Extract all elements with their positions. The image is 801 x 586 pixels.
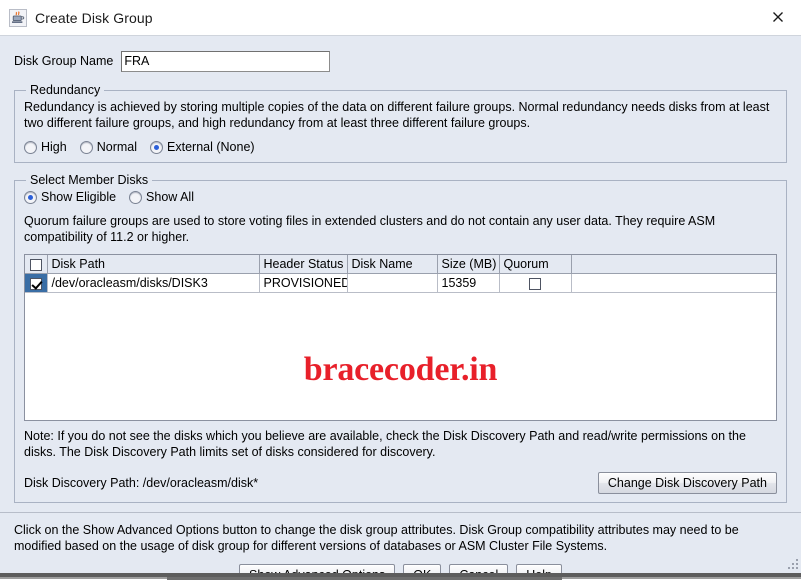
column-header-filler — [571, 255, 776, 274]
cell-quorum[interactable] — [499, 273, 572, 293]
taskbar-segment — [167, 577, 562, 580]
java-coffee-cup-icon — [9, 8, 27, 27]
radio-show-eligible-label: Show Eligible — [41, 190, 117, 204]
redundancy-legend: Redundancy — [30, 83, 101, 97]
dialog-content: Disk Group Name Redundancy Redundancy is… — [0, 36, 801, 512]
disk-discovery-note: Note: If you do not see the disks which … — [24, 429, 746, 459]
member-disks-table: Disk Path Header Status Disk Name Size (… — [25, 255, 776, 293]
radio-show-eligible-indicator — [24, 190, 37, 204]
radio-external-none-indicator — [150, 140, 164, 154]
select-all-checkbox[interactable] — [29, 258, 42, 271]
row-select-cell[interactable] — [25, 273, 48, 293]
radio-high-label: High — [41, 140, 67, 154]
footer-hint: Click on the Show Advanced Options butto… — [14, 523, 739, 553]
cell-header-status: PROVISIONED — [259, 273, 348, 293]
disk-discovery-path-label: Disk Discovery Path: /dev/oracleasm/disk… — [24, 476, 259, 490]
title-bar: Create Disk Group — [0, 0, 801, 36]
window-title: Create Disk Group — [35, 9, 153, 26]
radio-show-all-indicator — [129, 190, 143, 204]
disk-group-name-label: Disk Group Name — [14, 54, 114, 68]
quorum-checkbox[interactable] — [529, 277, 541, 290]
radio-high-indicator — [24, 140, 37, 154]
resize-grip[interactable] — [786, 557, 799, 570]
cell-filler — [571, 273, 776, 293]
disk-group-name-row: Disk Group Name — [14, 48, 787, 74]
radio-high[interactable]: High — [24, 140, 67, 154]
redundancy-group: Redundancy Redundancy is achieved by sto… — [14, 83, 787, 163]
cell-disk-name — [347, 273, 438, 293]
column-header-disk-path[interactable]: Disk Path — [47, 255, 260, 274]
close-icon[interactable] — [755, 0, 801, 34]
column-header-disk-name[interactable]: Disk Name — [347, 255, 438, 274]
disk-group-name-input[interactable] — [121, 50, 331, 72]
column-header-quorum[interactable]: Quorum — [499, 255, 572, 274]
row-select-checkbox[interactable] — [29, 277, 42, 290]
cell-disk-path: /dev/oracleasm/disks/DISK3 — [47, 273, 260, 293]
radio-show-eligible[interactable]: Show Eligible — [24, 190, 116, 204]
column-header-header-status[interactable]: Header Status — [259, 255, 348, 274]
watermark: bracecoder.in — [303, 351, 498, 388]
cell-size-mb: 15359 — [437, 273, 500, 293]
select-member-disks-group: Select Member Disks Show Eligible Show A… — [14, 173, 787, 503]
radio-normal-label: Normal — [96, 140, 138, 154]
radio-normal-indicator — [79, 140, 93, 154]
radio-show-all-label: Show All — [146, 190, 194, 204]
radio-external-none[interactable]: External (None) — [150, 140, 255, 154]
disk-discovery-row: Disk Discovery Path: /dev/oracleasm/disk… — [24, 472, 777, 494]
desktop-taskbar — [0, 573, 801, 586]
disk-filter-radio-group: Show Eligible Show All — [24, 190, 777, 204]
quorum-note: Quorum failure groups are used to store … — [24, 214, 716, 244]
redundancy-description: Redundancy is achieved by storing multip… — [24, 100, 770, 130]
radio-show-all[interactable]: Show All — [129, 190, 194, 204]
select-member-disks-legend: Select Member Disks — [30, 173, 149, 187]
column-header-size-mb[interactable]: Size (MB) — [437, 255, 500, 274]
radio-normal[interactable]: Normal — [79, 140, 138, 154]
change-disk-discovery-path-button[interactable]: Change Disk Discovery Path — [597, 472, 777, 494]
redundancy-radio-group: High Normal External (None) — [24, 140, 777, 154]
member-disks-table-container[interactable]: Disk Path Header Status Disk Name Size (… — [24, 254, 777, 421]
radio-external-none-label: External (None) — [167, 140, 255, 154]
column-header-select-all[interactable] — [25, 255, 48, 274]
table-row[interactable]: /dev/oracleasm/disks/DISK3 PROVISIONED 1… — [25, 273, 776, 293]
table-header-row: Disk Path Header Status Disk Name Size (… — [25, 255, 776, 274]
create-disk-group-dialog: Create Disk Group Disk Group Name Redund… — [0, 0, 801, 586]
